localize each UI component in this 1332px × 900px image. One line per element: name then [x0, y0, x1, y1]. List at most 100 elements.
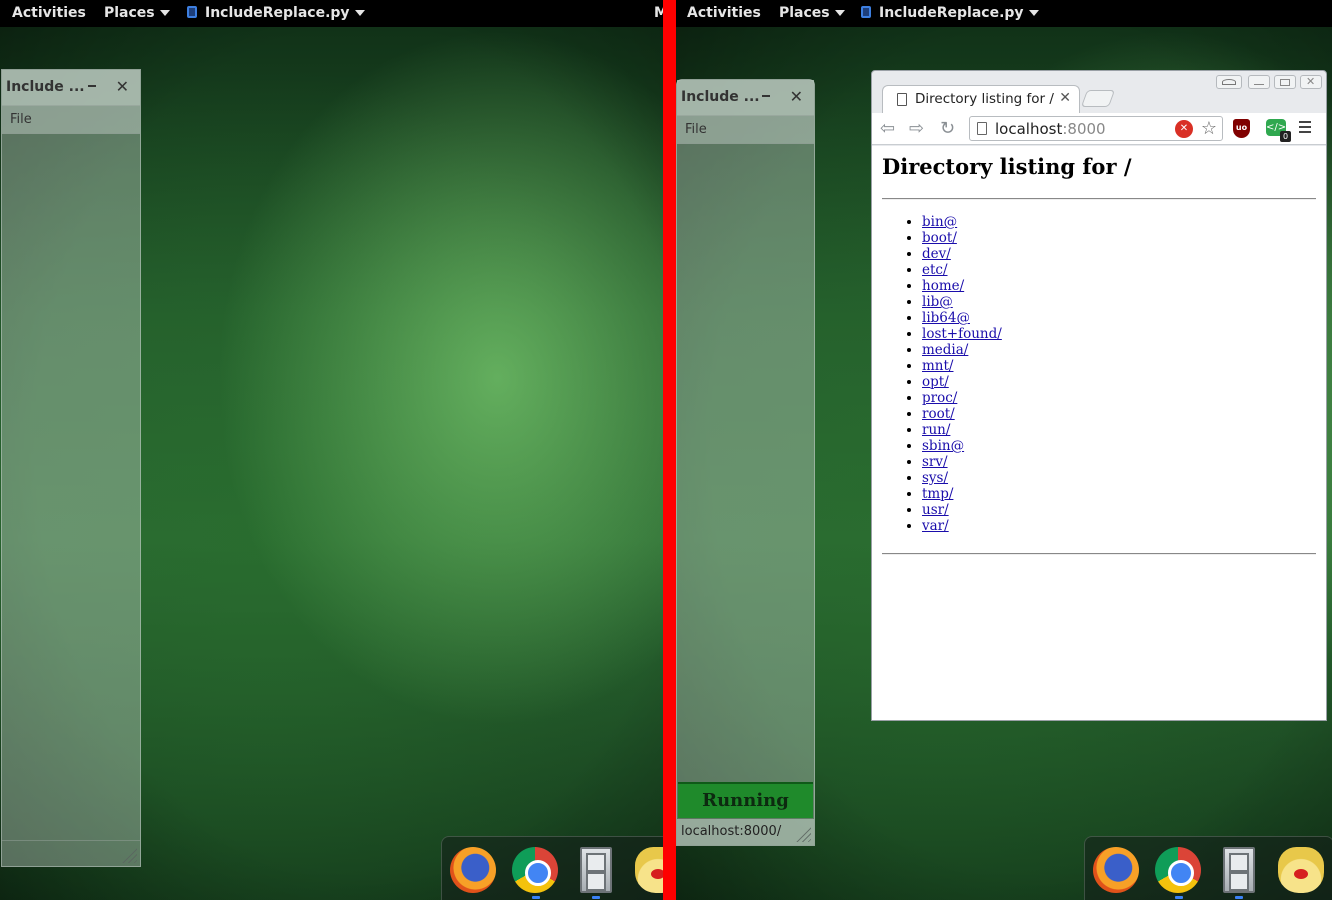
- directory-link[interactable]: boot/: [922, 230, 957, 246]
- app-menu-label: IncludeReplace.py: [205, 5, 350, 21]
- list-item: boot/: [922, 230, 1316, 246]
- app-menu[interactable]: IncludeReplace.py: [861, 5, 1039, 21]
- list-item: lost+found/: [922, 326, 1316, 342]
- list-item: sys/: [922, 470, 1316, 486]
- window-title: Include ...: [6, 79, 85, 95]
- directory-link[interactable]: lib64@: [922, 310, 970, 326]
- teapot-icon[interactable]: [635, 847, 663, 893]
- directory-link[interactable]: media/: [922, 342, 968, 358]
- minimize-icon[interactable]: [88, 85, 96, 87]
- directory-link[interactable]: run/: [922, 422, 950, 438]
- forward-icon[interactable]: ⇨: [909, 118, 924, 139]
- close-icon[interactable]: ✕: [116, 77, 129, 96]
- file-cabinet-icon[interactable]: [580, 847, 612, 893]
- directory-link[interactable]: proc/: [922, 390, 957, 406]
- firefox-icon[interactable]: [450, 847, 496, 893]
- directory-link[interactable]: sys/: [922, 470, 948, 486]
- url-host: localhost: [995, 120, 1063, 138]
- dock: [1084, 836, 1332, 900]
- menu-file[interactable]: File: [685, 122, 707, 137]
- reload-icon[interactable]: ↻: [940, 118, 955, 139]
- ublock-icon[interactable]: uo: [1233, 119, 1250, 138]
- directory-link[interactable]: dev/: [922, 246, 951, 262]
- directory-link[interactable]: tmp/: [922, 486, 953, 502]
- include-replace-window: Include ... ✕ File: [1, 69, 141, 867]
- directory-link[interactable]: root/: [922, 406, 955, 422]
- extension-icon[interactable]: </> 0: [1266, 119, 1291, 142]
- menu-icon[interactable]: [1299, 121, 1311, 136]
- url-text: localhost:8000: [995, 120, 1106, 138]
- new-tab-button[interactable]: [1080, 90, 1116, 107]
- page-icon: [897, 93, 907, 106]
- left-desktop: Activities Places IncludeReplace.py M In…: [0, 0, 663, 900]
- directory-link[interactable]: etc/: [922, 262, 948, 278]
- menu-bar: File: [2, 106, 140, 134]
- directory-link[interactable]: sbin@: [922, 438, 964, 454]
- resize-grip-icon[interactable]: [119, 845, 137, 863]
- activities-button[interactable]: Activities: [687, 5, 761, 21]
- list-item: bin@: [922, 214, 1316, 230]
- file-cabinet-icon[interactable]: [1223, 847, 1255, 893]
- list-item: proc/: [922, 390, 1316, 406]
- directory-link[interactable]: lost+found/: [922, 326, 1002, 342]
- window-titlebar[interactable]: Include ... ✕: [2, 70, 140, 106]
- places-menu[interactable]: Places: [104, 5, 170, 21]
- app-icon: [187, 6, 197, 18]
- url-port: :8000: [1062, 120, 1106, 138]
- browser-toolbar: ⇦ ⇨ ↻ localhost:8000 ✕ ☆ uo </> 0: [872, 113, 1326, 145]
- running-indicator: [1235, 896, 1243, 899]
- tab-directory-listing[interactable]: Directory listing for / ✕: [882, 85, 1080, 113]
- directory-link[interactable]: bin@: [922, 214, 957, 230]
- directory-link[interactable]: var/: [922, 518, 949, 534]
- running-indicator: [1175, 896, 1183, 899]
- list-item: sbin@: [922, 438, 1316, 454]
- include-replace-window: Include ... ✕ File Running localhost:800…: [676, 79, 815, 846]
- list-item: srv/: [922, 454, 1316, 470]
- places-menu[interactable]: Places: [779, 5, 845, 21]
- list-item: home/: [922, 278, 1316, 294]
- list-item: run/: [922, 422, 1316, 438]
- directory-link[interactable]: lib@: [922, 294, 953, 310]
- right-desktop: Activities Places IncludeReplace.py Incl…: [676, 0, 1332, 900]
- window-titlebar[interactable]: Include ... ✕: [677, 80, 814, 116]
- app-menu[interactable]: IncludeReplace.py: [187, 5, 365, 21]
- status-running: Running: [678, 782, 813, 818]
- server-url: localhost:8000/: [677, 819, 814, 845]
- directory-link[interactable]: opt/: [922, 374, 949, 390]
- back-icon[interactable]: ⇦: [880, 118, 895, 139]
- chrome-icon[interactable]: [1155, 847, 1201, 893]
- list-item: mnt/: [922, 358, 1316, 374]
- app-menu-label: IncludeReplace.py: [879, 5, 1024, 21]
- divider: [882, 198, 1316, 200]
- directory-link[interactable]: srv/: [922, 454, 948, 470]
- minimize-icon[interactable]: [1248, 75, 1270, 89]
- maximize-icon[interactable]: [1274, 75, 1296, 89]
- close-tab-icon[interactable]: ✕: [1059, 90, 1071, 106]
- minimize-icon[interactable]: [762, 95, 770, 97]
- menu-file[interactable]: File: [10, 112, 32, 127]
- firefox-icon[interactable]: [1093, 847, 1139, 893]
- list-item: lib64@: [922, 310, 1316, 326]
- bookmark-star-icon[interactable]: ☆: [1201, 118, 1217, 139]
- close-icon[interactable]: ✕: [790, 87, 803, 106]
- chrome-icon[interactable]: [512, 847, 558, 893]
- resize-grip-icon[interactable]: [793, 824, 811, 842]
- profile-button[interactable]: [1216, 75, 1242, 89]
- list-item: media/: [922, 342, 1316, 358]
- status-bar: [2, 840, 140, 866]
- blocker-icon[interactable]: ✕: [1175, 120, 1193, 138]
- running-indicator: [592, 896, 600, 899]
- chevron-down-icon: [1028, 10, 1039, 16]
- directory-link[interactable]: mnt/: [922, 358, 953, 374]
- directory-link[interactable]: home/: [922, 278, 964, 294]
- menu-bar: File: [677, 116, 814, 144]
- close-icon[interactable]: ✕: [1300, 75, 1322, 89]
- directory-link[interactable]: usr/: [922, 502, 949, 518]
- split-divider: [663, 0, 676, 900]
- address-bar[interactable]: localhost:8000 ✕ ☆: [969, 116, 1223, 141]
- teapot-icon[interactable]: [1278, 847, 1324, 893]
- server-url-text: localhost:8000/: [681, 824, 782, 839]
- page-icon: [977, 122, 987, 135]
- directory-list: bin@boot/dev/etc/home/lib@lib64@lost+fou…: [922, 214, 1316, 534]
- activities-button[interactable]: Activities: [12, 5, 86, 21]
